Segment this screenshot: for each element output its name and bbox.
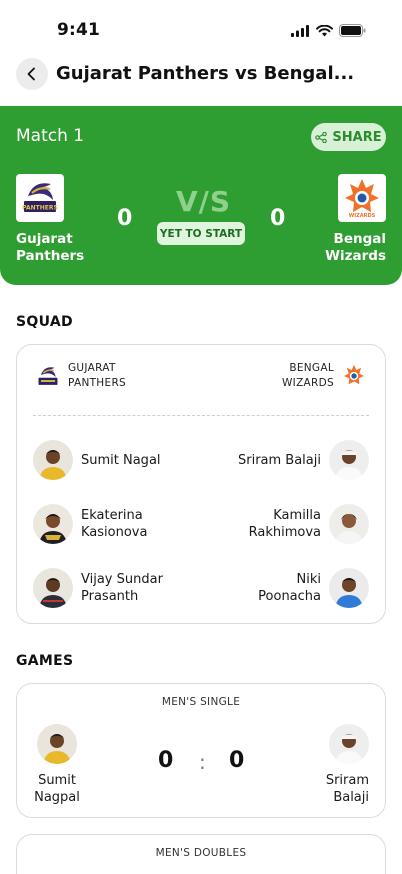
status-bar: 9:41: [0, 0, 402, 50]
avatar[interactable]: [329, 568, 369, 608]
squad-away-team-name: BENGAL WIZARDS: [281, 362, 334, 389]
page-title: Gujarat Panthers vs Bengal...: [56, 63, 355, 84]
away-score: 0: [270, 206, 286, 231]
home-score: 0: [117, 206, 133, 231]
share-button[interactable]: SHARE: [311, 123, 386, 151]
svg-text:PANTHERS: PANTHERS: [22, 205, 58, 212]
squad-away-player-1: Sriram Balaji: [237, 453, 321, 468]
home-team-logo[interactable]: PANTHERS: [16, 174, 64, 222]
game-card[interactable]: MEN'S DOUBLES: [16, 834, 386, 874]
status-time: 9:41: [57, 20, 101, 40]
panther-logo: PANTHERS: [19, 177, 61, 219]
avatar[interactable]: [33, 440, 73, 480]
squad-home-team-name: GUJARAT PANTHERS: [68, 362, 127, 389]
games-section-title: GAMES: [16, 653, 74, 669]
wifi-icon: [316, 24, 333, 36]
share-icon: [315, 131, 328, 143]
avatar: [329, 724, 369, 764]
svg-text:WIZARDS: WIZARDS: [349, 213, 376, 219]
avatar[interactable]: [329, 440, 369, 480]
away-team-logo[interactable]: WIZARDS: [338, 174, 386, 222]
match-status-badge: YET TO START: [157, 222, 245, 245]
away-team-name: Bengal Wizards: [325, 231, 386, 264]
game-away-score: 0: [229, 748, 245, 773]
game-card[interactable]: MEN'S SINGLE Sumit Nagpal 0 : 0 Sriram B…: [16, 683, 386, 818]
battery-icon: [339, 24, 366, 37]
match-header-card: Match 1 SHARE PANTHERS Gujarat Panthers …: [0, 106, 402, 285]
squad-card: GUJARAT PANTHERS BENGAL WIZARDS Sumit Na…: [16, 344, 386, 624]
squad-away-player-3: Niki Poonacha: [258, 572, 321, 604]
share-label: SHARE: [332, 129, 382, 145]
squad-home-player-2: Ekaterina Kasionova: [81, 508, 148, 540]
back-button[interactable]: [16, 58, 48, 90]
match-label: Match 1: [16, 126, 85, 146]
away-team-small-logo: [343, 364, 365, 385]
vs-text: V/S: [176, 185, 232, 218]
game-home-score: 0: [158, 748, 174, 773]
wizard-logo: WIZARDS: [341, 177, 383, 219]
chevron-left-icon: [27, 67, 35, 81]
squad-divider: [33, 415, 369, 416]
avatar[interactable]: [33, 504, 73, 544]
squad-section-title: SQUAD: [16, 314, 73, 330]
avatar[interactable]: [329, 504, 369, 544]
score-separator: :: [199, 750, 206, 774]
squad-home-player-3: Vijay Sundar Prasanth: [81, 572, 163, 604]
avatar: [37, 724, 77, 764]
game-home-player: Sumit Nagpal: [34, 773, 80, 805]
home-team-name: Gujarat Panthers: [16, 231, 85, 264]
game-type-label: MEN'S DOUBLES: [155, 847, 247, 859]
squad-home-player-1: Sumit Nagal: [81, 453, 161, 468]
signal-icon: [291, 24, 309, 37]
status-icons: [291, 24, 366, 37]
game-type-label: MEN'S SINGLE: [161, 696, 241, 708]
game-away-player: Sriram Balaji: [325, 773, 369, 805]
nav-bar: Gujarat Panthers vs Bengal...: [0, 56, 402, 96]
home-team-small-logo: [38, 367, 58, 385]
avatar[interactable]: [33, 568, 73, 608]
squad-away-player-2: Kamilla Rakhimova: [248, 508, 321, 540]
